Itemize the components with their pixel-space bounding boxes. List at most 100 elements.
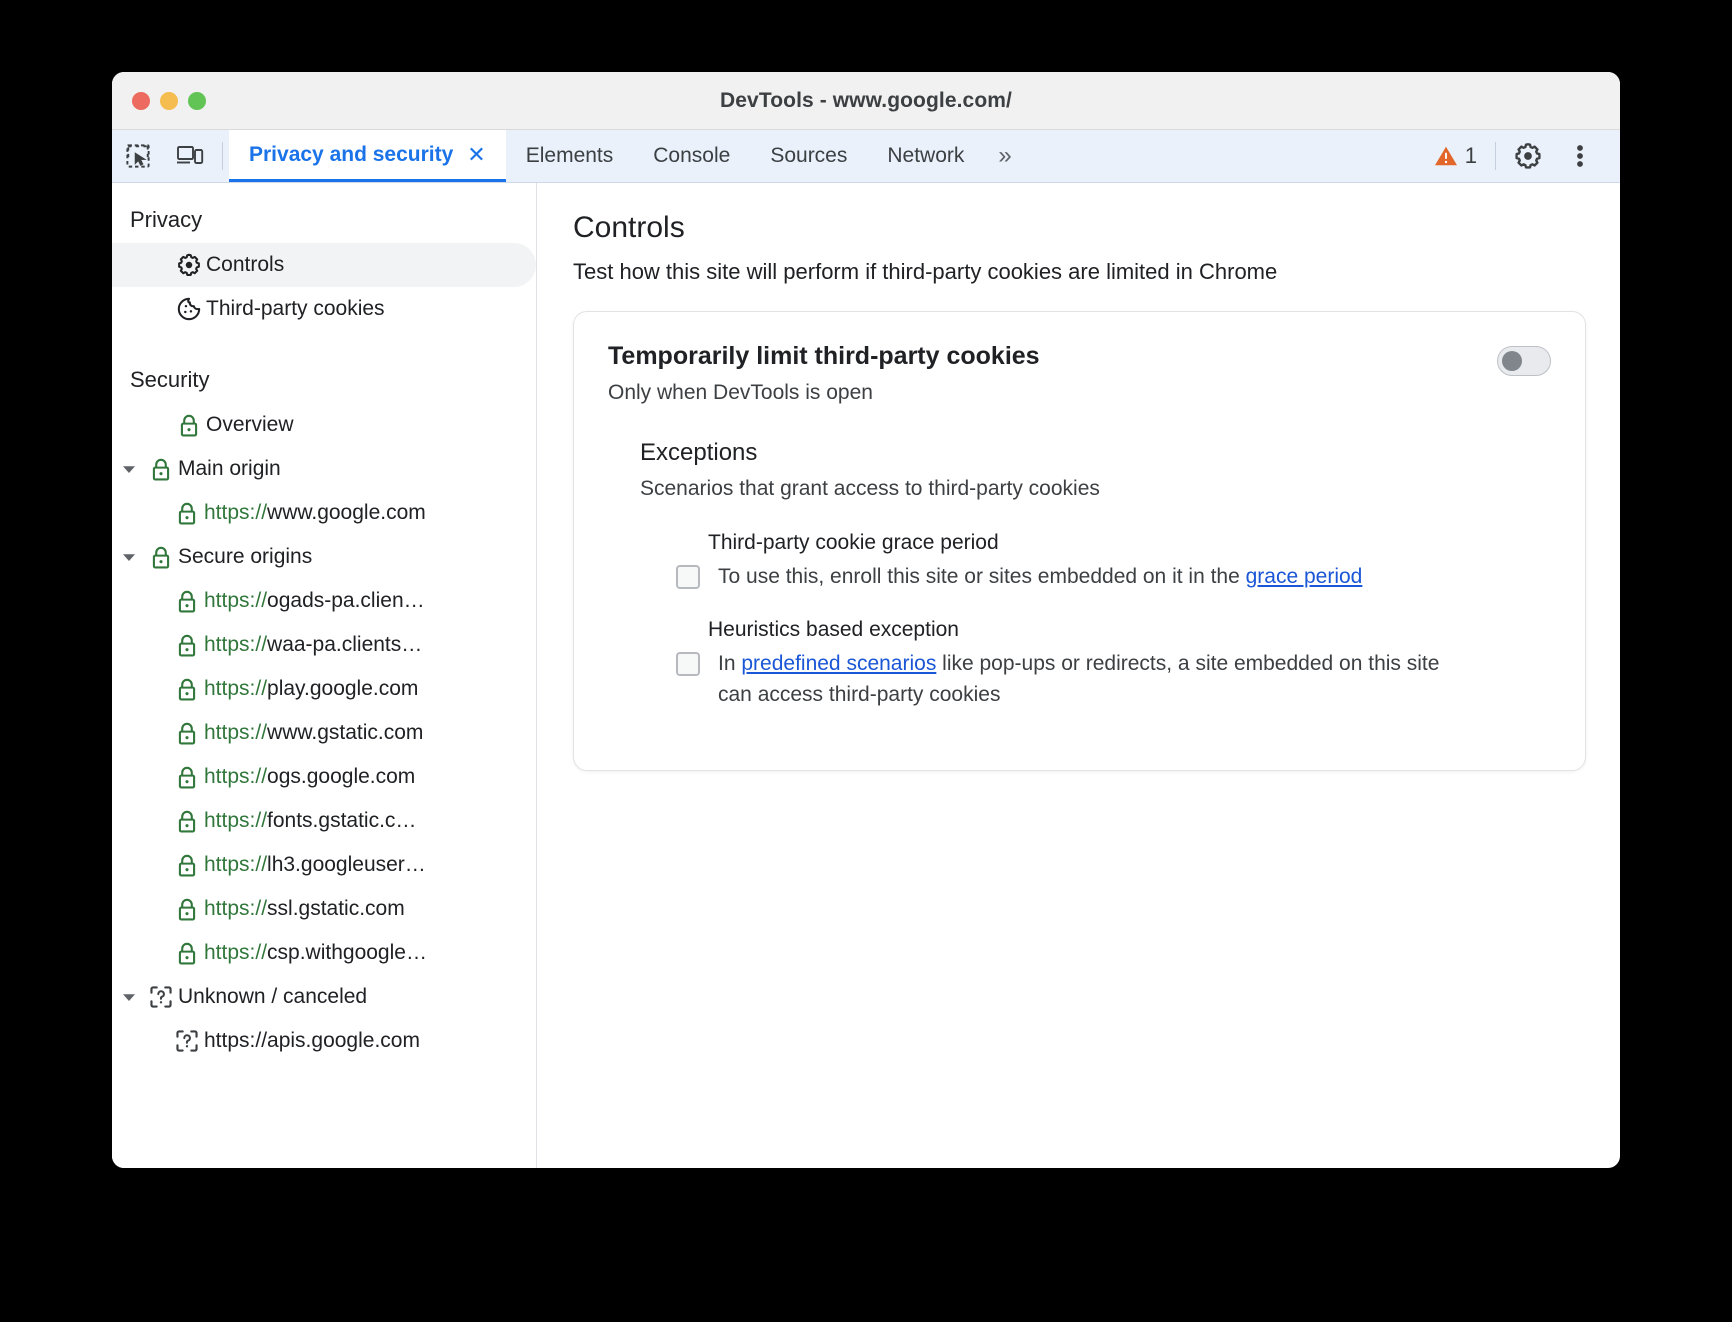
exception-grace-period: Third-party cookie grace period To use t… bbox=[676, 531, 1551, 592]
limit-third-party-cookies-toggle[interactable] bbox=[1497, 346, 1551, 376]
devtools-tabbar: Privacy and security ✕ Elements Console … bbox=[112, 130, 1620, 183]
grace-period-checkbox[interactable] bbox=[676, 565, 700, 589]
heuristics-checkbox[interactable] bbox=[676, 652, 700, 677]
tab-elements[interactable]: Elements bbox=[506, 130, 634, 182]
exception-description: In predefined scenarios like pop-ups or … bbox=[718, 648, 1458, 710]
tabbar-divider-right bbox=[1495, 142, 1496, 170]
sidebar-item-secure-origins[interactable]: Secure origins bbox=[112, 535, 536, 579]
url-scheme: https:// bbox=[204, 589, 268, 612]
sidebar-item-origin-ogads-pa[interactable]: https://ogads-pa.clien… bbox=[112, 579, 536, 623]
sidebar-item-label: https://apis.google.com bbox=[204, 1029, 420, 1052]
sidebar-item-label: Third-party cookies bbox=[206, 297, 385, 320]
exception-heuristics: Heuristics based exception In predefined… bbox=[676, 618, 1551, 710]
close-icon[interactable]: ✕ bbox=[467, 143, 485, 166]
tabbar-spacer bbox=[1023, 130, 1434, 182]
sidebar-item-main-origin[interactable]: Main origin bbox=[112, 447, 536, 491]
url-host: csp.withgoogle… bbox=[267, 941, 427, 964]
grace-period-link[interactable]: grace period bbox=[1246, 565, 1363, 588]
url-scheme: https:// bbox=[204, 721, 268, 744]
lock-icon bbox=[172, 413, 206, 438]
tab-console[interactable]: Console bbox=[633, 130, 750, 182]
tab-network[interactable]: Network bbox=[867, 130, 984, 182]
url-host: www.gstatic.com bbox=[267, 721, 424, 744]
page-title: Controls bbox=[573, 211, 685, 244]
exception-row: In predefined scenarios like pop-ups or … bbox=[676, 648, 1551, 710]
chevron-down-icon[interactable] bbox=[114, 551, 144, 563]
sidebar-item-label: Overview bbox=[206, 413, 294, 436]
tab-sources[interactable]: Sources bbox=[750, 130, 867, 182]
lock-icon bbox=[170, 501, 204, 526]
exceptions-section: Exceptions Scenarios that grant access t… bbox=[640, 439, 1551, 710]
sidebar-item-origin-lh3-googleusercontent[interactable]: https://lh3.googleuser… bbox=[112, 843, 536, 887]
sidebar-item-label: https://www.google.com bbox=[204, 501, 426, 525]
warning-indicator[interactable]: 1 bbox=[1434, 130, 1489, 182]
lock-icon bbox=[144, 457, 178, 482]
unknown-icon bbox=[144, 984, 178, 1010]
url-host: ogads-pa.clien… bbox=[267, 589, 425, 612]
url-scheme: https:// bbox=[204, 633, 268, 656]
sidebar-item-origin-waa-pa[interactable]: https://waa-pa.clients… bbox=[112, 623, 536, 667]
page-subtitle: Test how this site will perform if third… bbox=[573, 259, 1278, 284]
kebab-menu-icon[interactable] bbox=[1554, 142, 1606, 170]
tab-privacy-and-security[interactable]: Privacy and security ✕ bbox=[229, 130, 506, 182]
lock-icon bbox=[170, 633, 204, 658]
close-window-button[interactable] bbox=[132, 91, 150, 110]
sidebar-item-label: https://ogs.google.com bbox=[204, 765, 415, 789]
gear-icon[interactable] bbox=[1502, 141, 1554, 171]
sidebar-item-overview[interactable]: Overview bbox=[112, 403, 536, 447]
more-tabs-icon[interactable]: » bbox=[984, 130, 1022, 182]
url-scheme: https:// bbox=[204, 897, 268, 920]
sidebar-item-origin-ssl-gstatic[interactable]: https://ssl.gstatic.com bbox=[112, 887, 536, 931]
url-scheme: https:// bbox=[204, 809, 268, 832]
unknown-icon bbox=[170, 1028, 204, 1054]
exception-description: To use this, enroll this site or sites e… bbox=[718, 561, 1362, 592]
devtools-window: DevTools - www.google.com/ Privacy and s… bbox=[112, 72, 1620, 1168]
tab-label: Sources bbox=[770, 144, 848, 167]
sidebar-item-origin-csp-withgoogle[interactable]: https://csp.withgoogle… bbox=[112, 931, 536, 975]
lock-icon bbox=[144, 545, 178, 570]
toggle-knob bbox=[1502, 351, 1522, 371]
devtools-content: Privacy Controls Third-party cookies Sec… bbox=[112, 183, 1620, 1168]
exception-row: To use this, enroll this site or sites e… bbox=[676, 561, 1551, 592]
exception-label: Heuristics based exception bbox=[708, 618, 959, 642]
lock-icon bbox=[170, 677, 204, 702]
url-host: ogs.google.com bbox=[267, 765, 416, 788]
warning-count: 1 bbox=[1464, 143, 1477, 168]
sidebar-item-origin-ogs-google[interactable]: https://ogs.google.com bbox=[112, 755, 536, 799]
desc-before: In bbox=[718, 652, 742, 676]
maximize-window-button[interactable] bbox=[188, 91, 206, 110]
sidebar-item-origin-play-google[interactable]: https://play.google.com bbox=[112, 667, 536, 711]
sidebar-item-origin-www-google-com[interactable]: https://www.google.com bbox=[112, 491, 536, 535]
sidebar-item-label: https://www.gstatic.com bbox=[204, 721, 423, 745]
chevron-down-icon[interactable] bbox=[114, 463, 144, 475]
controls-panel: Controls Test how this site will perform… bbox=[537, 183, 1620, 1168]
lock-icon bbox=[170, 589, 204, 614]
sidebar-item-origin-fonts-gstatic[interactable]: https://fonts.gstatic.c… bbox=[112, 799, 536, 843]
device-toolbar-icon[interactable] bbox=[164, 130, 216, 182]
inspect-cursor-icon[interactable] bbox=[112, 130, 164, 182]
sidebar-group-title-privacy: Privacy bbox=[130, 207, 203, 232]
url-host: waa-pa.clients… bbox=[267, 633, 423, 656]
sidebar-item-controls[interactable]: Controls bbox=[112, 243, 536, 287]
exceptions-subtitle: Scenarios that grant access to third-par… bbox=[640, 477, 1100, 500]
lock-icon bbox=[170, 897, 204, 922]
url-host: fonts.gstatic.c… bbox=[267, 809, 417, 832]
card-header: Temporarily limit third-party cookies On… bbox=[608, 342, 1551, 405]
sidebar-item-origin-www-gstatic[interactable]: https://www.gstatic.com bbox=[112, 711, 536, 755]
sidebar-item-label: https://csp.withgoogle… bbox=[204, 941, 427, 965]
window-title: DevTools - www.google.com/ bbox=[720, 88, 1012, 112]
predefined-scenarios-link[interactable]: predefined scenarios bbox=[741, 652, 936, 675]
sidebar-item-third-party-cookies[interactable]: Third-party cookies bbox=[112, 287, 536, 331]
tab-label: Privacy and security bbox=[249, 142, 454, 166]
chevron-down-icon[interactable] bbox=[114, 991, 144, 1003]
limit-third-party-cookies-card: Temporarily limit third-party cookies On… bbox=[573, 311, 1586, 772]
exceptions-title: Exceptions bbox=[640, 439, 758, 466]
sidebar-item-unknown-canceled[interactable]: Unknown / canceled bbox=[112, 975, 536, 1019]
sidebar-item-label: https://waa-pa.clients… bbox=[204, 633, 422, 657]
sidebar-group-title-security: Security bbox=[130, 367, 210, 392]
minimize-window-button[interactable] bbox=[160, 91, 178, 110]
privacy-security-sidebar: Privacy Controls Third-party cookies Sec… bbox=[112, 183, 537, 1168]
desc-before: To use this, enroll this site or sites e… bbox=[718, 565, 1246, 588]
sidebar-item-origin-apis-google-com[interactable]: https://apis.google.com bbox=[112, 1019, 536, 1063]
